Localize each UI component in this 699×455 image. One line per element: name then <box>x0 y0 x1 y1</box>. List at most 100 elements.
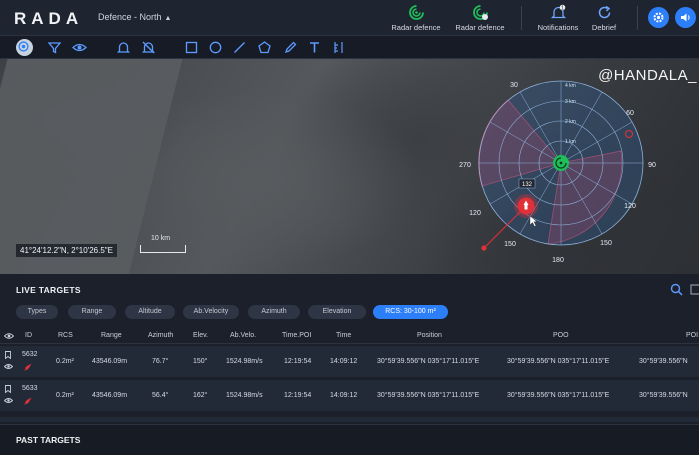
cell-poi: 30°59'39.556"N <box>639 358 688 365</box>
col-azimuth[interactable]: Azimuth <box>148 332 173 339</box>
cell-time: 14:09:12 <box>330 392 358 399</box>
radar-range-label: 2 km <box>565 119 576 125</box>
past-targets-panel[interactable]: PAST TARGETS <box>0 424 699 455</box>
line-tool[interactable] <box>232 40 247 55</box>
columns-icon[interactable] <box>690 283 699 296</box>
radar-green-icon <box>408 5 424 20</box>
ruler-tool[interactable] <box>331 40 346 55</box>
filter-tool[interactable] <box>47 40 62 55</box>
threat-origin-marker <box>481 245 487 251</box>
sound-button[interactable] <box>675 7 696 28</box>
polygon-tool[interactable] <box>257 40 272 55</box>
top-bar: RADA Defence - North ▲ Radar defence Rada… <box>0 0 699 36</box>
layers-tool[interactable] <box>16 39 33 56</box>
filter-chip-velocity[interactable]: Ab.Velocity <box>183 305 239 319</box>
row-id: 5632 <box>22 351 38 358</box>
cell-velocity: 1524.98m/s <box>226 358 263 365</box>
radar-defence-label-2: Radar defence <box>455 23 505 32</box>
radar-bearing-label: 30 <box>510 82 518 89</box>
radar-bearing-label: 60 <box>626 110 634 117</box>
bell-icon <box>116 42 131 53</box>
text-icon <box>310 42 319 53</box>
circle-tool[interactable] <box>208 40 223 55</box>
region-selector[interactable]: Defence - North ▲ <box>98 12 171 22</box>
targets-table-header: ID RCS Range Azimuth Elev. Ab.Velo. Time… <box>0 328 699 344</box>
cell-poo: 30°59'39.556"N 035°17'11.015"E <box>507 358 610 365</box>
col-time[interactable]: Time <box>336 332 351 339</box>
settings-button[interactable] <box>648 7 669 28</box>
bookmark-icon[interactable] <box>4 385 12 393</box>
chevron-up-icon: ▲ <box>164 15 172 22</box>
col-range[interactable]: Range <box>101 332 122 339</box>
cell-time-poi: 12:19:54 <box>284 358 312 365</box>
col-poo[interactable]: POO <box>553 332 569 339</box>
map-scale-bar: 10 km <box>140 235 186 253</box>
table-row-partial <box>0 417 699 422</box>
gear-icon <box>653 12 664 23</box>
radar-range-label: 1 km <box>565 139 576 145</box>
region-label: Defence - North <box>98 12 162 22</box>
radar-range-label: 3 km <box>565 99 576 105</box>
col-time-poi[interactable]: Time.POI <box>282 332 311 339</box>
scale-label: 10 km <box>151 235 171 242</box>
visibility-tool[interactable] <box>72 40 87 55</box>
rectangle-tool[interactable] <box>184 40 199 55</box>
cell-time-poi: 12:19:54 <box>284 392 312 399</box>
debrief-label: Debrief <box>591 23 617 32</box>
filter-chip-altitude[interactable]: Altitude <box>125 305 175 319</box>
eye-icon[interactable] <box>4 397 13 404</box>
filter-chip-elevation[interactable]: Elevation <box>308 305 366 319</box>
text-tool[interactable] <box>307 40 322 55</box>
eye-icon[interactable] <box>4 332 14 340</box>
cursor-coordinates: 41°24'12.2"N, 2°10'26.5"E <box>16 244 117 257</box>
drawing-toolbar <box>0 36 699 59</box>
pentagon-icon <box>258 41 271 54</box>
radar-bearing-label: 150 <box>504 241 516 248</box>
rectangle-icon <box>185 41 198 54</box>
radar-scope[interactable]: 1 km 2 km 3 km 4 km 30 60 90 120 150 180… <box>446 63 686 273</box>
line-icon <box>234 42 245 53</box>
cell-azimuth: 56.4° <box>152 392 169 399</box>
past-targets-title: PAST TARGETS <box>16 435 81 445</box>
radar-bearing-label: 180 <box>552 257 564 264</box>
cell-azimuth: 76.7° <box>152 358 169 365</box>
search-icon[interactable] <box>670 283 683 296</box>
radar-defence-button-1[interactable]: Radar defence <box>384 4 448 32</box>
radar-defence-button-2[interactable]: Radar defence <box>448 4 512 32</box>
col-rcs[interactable]: RCS <box>58 332 73 339</box>
eye-icon[interactable] <box>4 363 13 370</box>
filter-chip-types[interactable]: Types <box>16 305 58 319</box>
filter-chip-range[interactable]: Range <box>68 305 116 319</box>
pen-tool[interactable] <box>283 40 298 55</box>
satellite-map[interactable]: @HANDALA_ 1 km 2 km 3 km 4 km 30 60 90 1… <box>0 59 699 274</box>
filter-chip-rcs[interactable]: RCS: 30-100 m² <box>373 305 448 319</box>
ruler-icon <box>334 42 343 53</box>
table-row[interactable]: 5632 0.2m² 43546.09m 76.7° 150° 1524.98m… <box>0 346 699 378</box>
filter-chip-azimuth[interactable]: Azimuth <box>248 305 300 319</box>
radar-defence-label-1: Radar defence <box>391 23 441 32</box>
debrief-button[interactable]: Debrief <box>572 4 636 32</box>
col-poi[interactable]: POI <box>686 332 698 339</box>
radar-bearing-label: 150 <box>600 240 612 247</box>
live-targets-panel: LIVE TARGETS Types Range Altitude Ab.Vel… <box>0 274 699 422</box>
col-id[interactable]: ID <box>25 332 32 339</box>
radar-green-alert-icon <box>472 5 488 20</box>
cell-poo: 30°59'39.556"N 035°17'11.015"E <box>507 392 610 399</box>
cell-position: 30°59'39.556"N 035°17'11.015"E <box>377 358 480 365</box>
cell-poi: 30°59'39.556"N <box>639 392 688 399</box>
bookmark-icon[interactable] <box>4 351 12 359</box>
radar-bearing-label: 120 <box>624 203 636 210</box>
cell-velocity: 1524.98m/s <box>226 392 263 399</box>
col-velocity[interactable]: Ab.Velo. <box>230 332 256 339</box>
table-row[interactable]: 5633 0.2m² 43546.09m 56.4° 162° 1524.98m… <box>0 380 699 412</box>
radar-bearing-label: 90 <box>648 162 656 169</box>
col-elevation[interactable]: Elev. <box>193 332 208 339</box>
alert-tool[interactable] <box>116 40 131 55</box>
filter-icon <box>47 42 62 54</box>
col-position[interactable]: Position <box>417 332 442 339</box>
mute-alert-tool[interactable] <box>141 40 156 55</box>
cell-rcs: 0.2m² <box>56 392 74 399</box>
cell-rcs: 0.2m² <box>56 358 74 365</box>
row-actions <box>4 351 14 374</box>
radar-range-label: 4 km <box>565 83 576 89</box>
